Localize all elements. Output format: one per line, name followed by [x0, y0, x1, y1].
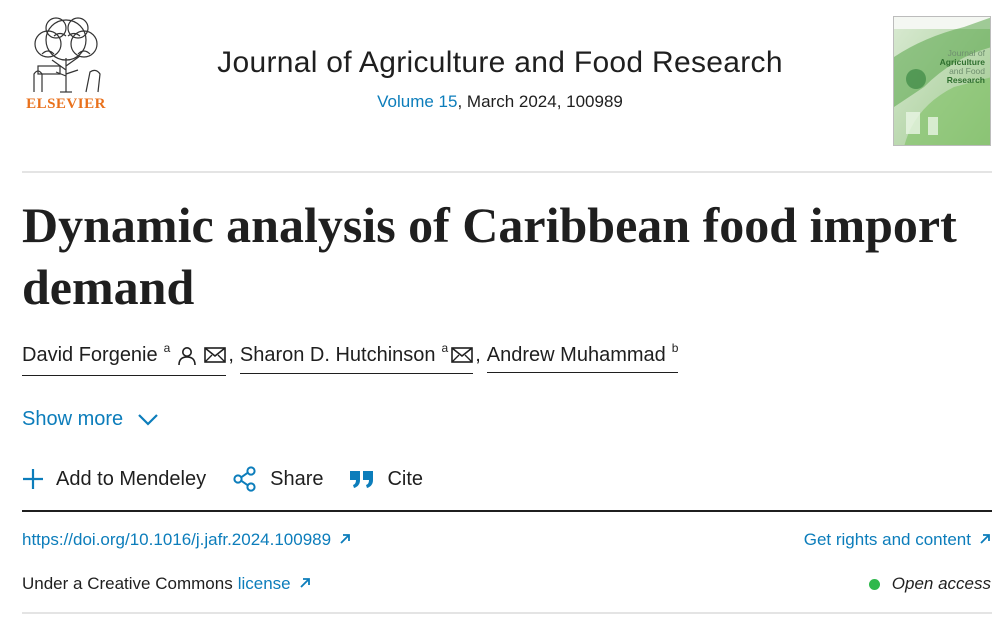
author-name: Andrew Muhammad: [486, 344, 666, 366]
license-prefix: Under a Creative Commons: [22, 574, 233, 593]
open-access-label: Open access: [891, 574, 991, 593]
share-label: Share: [270, 467, 324, 490]
volume-link[interactable]: Volume 15: [377, 92, 457, 111]
show-more-label: Show more: [22, 408, 124, 430]
journal-info: Journal of Agriculture and Food Research…: [140, 46, 860, 112]
author-link-david-forgenie[interactable]: David Forgenie a: [22, 341, 227, 376]
divider: [22, 171, 992, 173]
article-title: Dynamic analysis of Caribbean food impor…: [22, 197, 957, 315]
open-access-dot-icon: [868, 578, 880, 590]
author-link-sharon-hutchinson[interactable]: Sharon D. Hutchinson a: [239, 341, 474, 374]
cite-label: Cite: [387, 467, 424, 490]
affiliation-superscript: a: [163, 341, 171, 355]
author-name: Sharon D. Hutchinson: [239, 344, 436, 366]
article-actions: Add to Mendeley Share Cite: [22, 466, 449, 492]
plus-icon: [23, 469, 43, 489]
journal-header: ELSEVIER Journal of Agriculture and Food…: [0, 0, 1000, 170]
author-separator: ,: [228, 344, 234, 366]
chevron-down-icon: [138, 413, 158, 426]
open-access-badge: Open access: [868, 574, 991, 594]
doi-link[interactable]: https://doi.org/10.1016/j.jafr.2024.1009…: [22, 530, 351, 550]
cite-button[interactable]: Cite: [349, 468, 423, 491]
add-to-mendeley-label: Add to Mendeley: [56, 467, 207, 490]
cover-title: Journal of Agriculture and Food Research: [939, 48, 985, 85]
affiliation-superscript: b: [671, 341, 679, 355]
divider: [22, 510, 992, 512]
share-button[interactable]: Share: [232, 466, 323, 492]
journal-cover-thumbnail[interactable]: Journal of Agriculture and Food Research: [893, 16, 991, 146]
show-more-button[interactable]: Show more: [22, 408, 159, 431]
author-list: David Forgenie a , Sharon D. Hutchinson …: [22, 341, 679, 378]
doi-text: https://doi.org/10.1016/j.jafr.2024.1009…: [22, 530, 332, 549]
get-rights-text: Get rights and content: [803, 530, 971, 549]
email-icon: [204, 346, 227, 370]
get-rights-link[interactable]: Get rights and content: [804, 530, 991, 550]
license-link[interactable]: license: [238, 574, 291, 594]
external-link-arrow-icon: [339, 530, 351, 550]
author-separator: ,: [475, 344, 481, 366]
license-info: Under a Creative Commons license: [22, 574, 311, 594]
divider: [22, 612, 992, 614]
person-icon: [177, 346, 197, 372]
issue-date-number: , March 2024, 100989: [457, 92, 623, 111]
add-to-mendeley-button[interactable]: Add to Mendeley: [22, 468, 206, 491]
share-icon: [233, 466, 256, 492]
journal-title-link[interactable]: Journal of Agriculture and Food Research: [140, 46, 860, 80]
affiliation-superscript: a: [441, 341, 449, 355]
elsevier-wordmark[interactable]: ELSEVIER: [20, 96, 112, 113]
email-icon: [451, 346, 474, 370]
issue-info: Volume 15, March 2024, 100989: [140, 92, 860, 112]
external-link-arrow-icon: [299, 574, 311, 594]
quote-icon: [350, 471, 374, 488]
author-link-andrew-muhammad[interactable]: Andrew Muhammad b: [486, 341, 679, 373]
external-link-arrow-icon: [979, 530, 991, 550]
author-name: David Forgenie: [22, 344, 158, 366]
